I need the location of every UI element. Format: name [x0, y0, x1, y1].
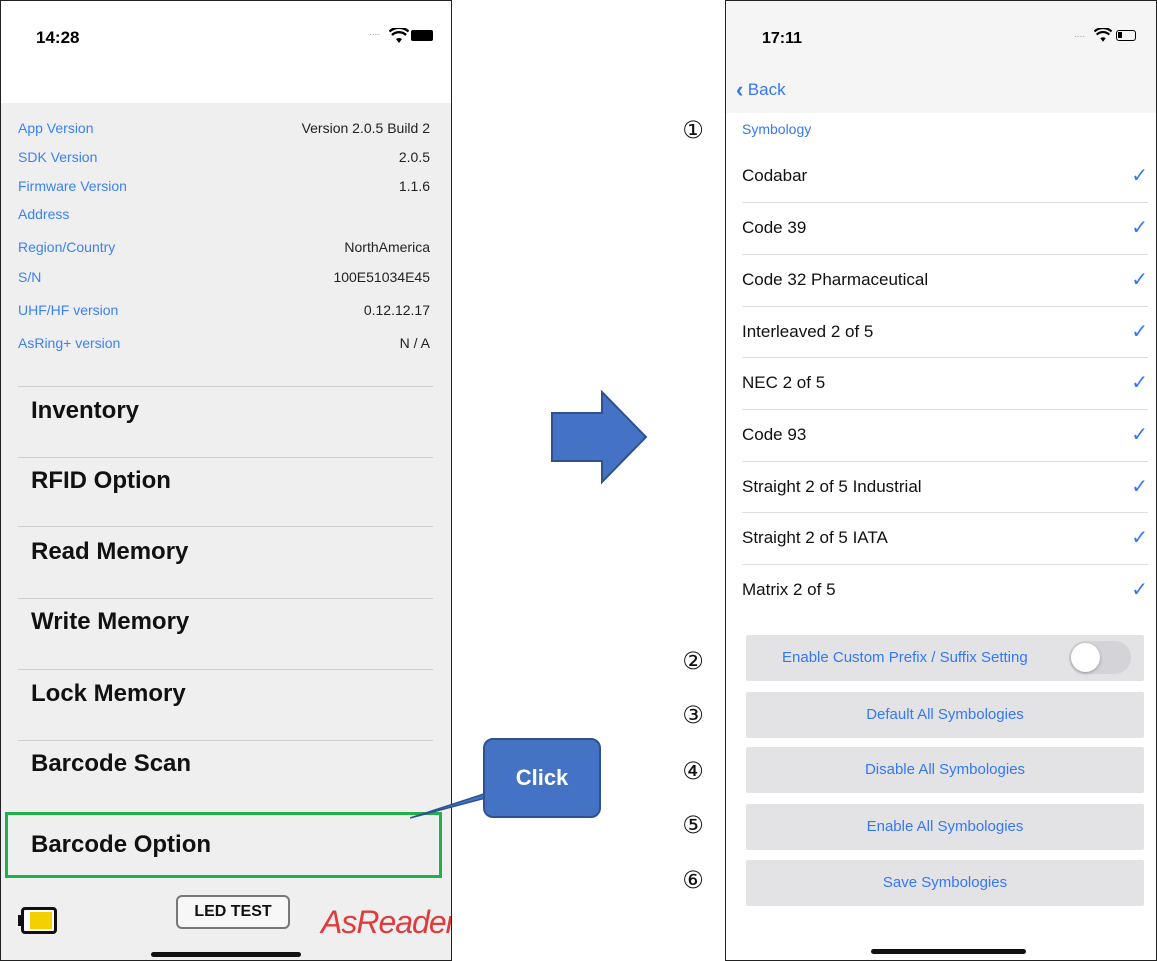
symbology-row-matrix-2of5[interactable]: Matrix 2 of 5 ✓: [742, 564, 1154, 616]
checkmark-icon: ✓: [1131, 165, 1148, 187]
menu-item-write-memory[interactable]: Write Memory: [31, 608, 189, 636]
marker-1: ①: [682, 116, 704, 144]
info-row: App Version Version 2.0.5 Build 2: [18, 113, 430, 143]
symbology-row-codabar[interactable]: Codabar ✓: [742, 150, 1154, 202]
symbology-label: Straight 2 of 5 IATA: [742, 528, 888, 547]
highlight-box: [5, 812, 442, 878]
checkmark-icon: ✓: [1131, 372, 1148, 394]
symbology-row-nec-2of5[interactable]: NEC 2 of 5 ✓: [742, 357, 1154, 409]
checkmark-icon: ✓: [1131, 424, 1148, 446]
battery-status-icon: [1116, 30, 1136, 41]
divider: [18, 740, 433, 741]
arrow-right-icon: [551, 390, 648, 485]
disable-all-symbologies-button[interactable]: Disable All Symbologies: [746, 747, 1144, 793]
enable-all-symbologies-button[interactable]: Enable All Symbologies: [746, 804, 1144, 850]
symbology-row-straight-iata[interactable]: Straight 2 of 5 IATA ✓: [742, 512, 1154, 564]
info-label: UHF/HF version: [18, 302, 119, 318]
info-row: Address: [18, 199, 430, 229]
home-indicator[interactable]: [151, 952, 301, 957]
menu-item-read-memory[interactable]: Read Memory: [31, 538, 188, 566]
info-label: AsRing+ version: [18, 335, 121, 351]
symbology-label: Code 93: [742, 425, 807, 444]
info-label: Address: [18, 206, 70, 222]
led-test-button[interactable]: LED TEST: [176, 895, 290, 929]
info-label: App Version: [18, 120, 94, 136]
status-bar: 14:28 ....: [1, 1, 451, 103]
symbology-label: Matrix 2 of 5: [742, 580, 836, 599]
symbology-label: Code 39: [742, 218, 807, 237]
info-row: UHF/HF version 0.12.12.17: [18, 295, 430, 325]
symbology-label: Straight 2 of 5 Industrial: [742, 477, 922, 496]
info-row: Firmware Version 1.1.6: [18, 171, 430, 201]
device-info-list: App Version Version 2.0.5 Build 2 SDK Ver…: [1, 106, 451, 376]
symbology-label: NEC 2 of 5: [742, 373, 826, 392]
info-label: Region/Country: [18, 239, 116, 255]
marker-4: ④: [682, 757, 704, 785]
divider: [18, 598, 433, 599]
symbology-row-interleaved-2of5[interactable]: Interleaved 2 of 5 ✓: [742, 306, 1154, 358]
symbology-row-code39[interactable]: Code 39 ✓: [742, 202, 1154, 254]
back-button[interactable]: ‹ Back: [736, 77, 786, 103]
info-label: SDK Version: [18, 149, 98, 165]
battery-status-icon: [411, 30, 433, 41]
symbology-label: Code 32 Pharmaceutical: [742, 270, 929, 289]
menu-item-rfid-option[interactable]: RFID Option: [31, 467, 171, 495]
checkmark-icon: ✓: [1131, 527, 1148, 549]
info-value: N / A: [399, 335, 430, 351]
info-label: Firmware Version: [18, 178, 127, 194]
custom-prefix-suffix-toggle[interactable]: [1069, 641, 1131, 674]
symbology-row-code32[interactable]: Code 32 Pharmaceutical ✓: [742, 254, 1154, 306]
checkmark-icon: ✓: [1131, 217, 1148, 239]
menu-item-lock-memory[interactable]: Lock Memory: [31, 680, 186, 708]
info-value: 1.1.6: [398, 178, 430, 194]
checkmark-icon: ✓: [1131, 321, 1148, 343]
info-row: AsRing+ version N / A: [18, 328, 430, 358]
divider: [18, 526, 433, 527]
checkmark-icon: ✓: [1131, 579, 1148, 601]
wifi-icon: [1094, 28, 1112, 42]
divider: [18, 386, 433, 387]
marker-5: ⑤: [682, 811, 704, 839]
status-time: 17:11: [762, 30, 803, 47]
status-time: 14:28: [36, 28, 80, 47]
asreader-logo: AsReader: [321, 904, 452, 940]
menu-item-inventory[interactable]: Inventory: [31, 397, 139, 425]
marker-3: ③: [682, 701, 704, 729]
info-value: NorthAmerica: [344, 239, 430, 255]
back-label: Back: [747, 80, 786, 99]
divider: [18, 457, 433, 458]
symbology-label: Interleaved 2 of 5: [742, 322, 874, 341]
save-symbologies-button[interactable]: Save Symbologies: [746, 860, 1144, 906]
info-row: S/N 100E51034E45: [18, 262, 430, 292]
info-value: Version 2.0.5 Build 2: [301, 120, 430, 136]
reader-battery-icon: [21, 907, 57, 934]
symbology-row-straight-industrial[interactable]: Straight 2 of 5 Industrial ✓: [742, 461, 1154, 513]
symbology-row-code93[interactable]: Code 93 ✓: [742, 409, 1154, 461]
battery-terminal: [18, 915, 21, 926]
wifi-icon: [389, 28, 409, 43]
phone-screen-barcode-option: 17:11 .... ‹ Back Symbology Codabar ✓ Cod…: [725, 0, 1157, 961]
custom-prefix-suffix-label: Enable Custom Prefix / Suffix Setting: [782, 649, 1028, 666]
menu-item-barcode-scan[interactable]: Barcode Scan: [31, 750, 191, 778]
info-row: Region/Country NorthAmerica: [18, 232, 430, 262]
click-callout: Click: [483, 738, 601, 818]
info-value: 2.0.5: [398, 149, 430, 165]
nav-bar: 17:11 .... ‹ Back: [726, 1, 1156, 113]
chevron-left-icon: ‹: [736, 77, 744, 102]
signal-icon: ....: [369, 27, 381, 38]
home-indicator[interactable]: [871, 949, 1026, 954]
checkmark-icon: ✓: [1131, 476, 1148, 498]
marker-2: ②: [682, 647, 704, 675]
info-value: 0.12.12.17: [363, 302, 430, 318]
symbology-label: Codabar: [742, 166, 808, 185]
divider: [18, 669, 433, 670]
marker-6: ⑥: [682, 866, 704, 894]
section-header: Symbology: [742, 121, 812, 137]
info-value: 100E51034E45: [333, 269, 430, 285]
signal-icon: ....: [1074, 29, 1086, 40]
checkmark-icon: ✓: [1131, 269, 1148, 291]
info-label: S/N: [18, 269, 42, 285]
default-all-symbologies-button[interactable]: Default All Symbologies: [746, 692, 1144, 738]
info-row: SDK Version 2.0.5: [18, 142, 430, 172]
